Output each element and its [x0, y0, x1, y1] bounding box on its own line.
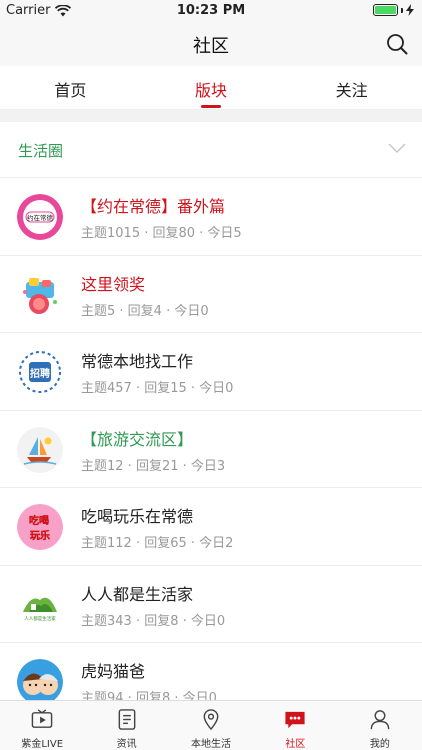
recruitment-icon: 招聘	[17, 349, 63, 395]
status-time: 10:23 PM	[176, 3, 246, 18]
forum-stats: 主题1015 · 回复80 · 今日5	[81, 226, 242, 241]
battery-icon	[373, 4, 398, 16]
gift-icon	[17, 271, 63, 318]
food-fun-icon: 吃喝 玩乐	[17, 504, 63, 550]
forum-stats: 主题12 · 回复21 · 今日3	[81, 458, 226, 474]
list-item[interactable]: 约在常德 【约在常德】番外篇 主题1015 · 回复80 · 今日5	[0, 178, 422, 256]
forum-stats: 主题5 · 回复4 · 今日0	[81, 303, 209, 319]
forum-name: 人人都是生活家	[81, 584, 194, 604]
charging-icon	[406, 4, 414, 16]
forum-stats: 主题112 · 回复65 · 今日2	[81, 536, 234, 551]
forum-name: 吃喝玩乐在常德	[81, 507, 194, 526]
forum-name: 常德本地找工作	[81, 352, 194, 371]
tab-boards[interactable]: 版块	[141, 66, 282, 109]
svg-text:玩乐: 玩乐	[30, 529, 50, 542]
section-divider	[0, 110, 422, 122]
bottom-tab-label: 本地生活	[191, 739, 232, 750]
lifestyle-icon: 人人都是生活家	[17, 581, 63, 628]
bottom-tab-label: 紫金LIVE	[21, 739, 64, 750]
list-item[interactable]: 招聘 常德本地找工作 主题457 · 回复15 · 今日0	[0, 333, 422, 411]
bottom-tab-bar: 紫金LIVE 资讯 本地生活 社区 我的	[0, 700, 422, 750]
segment-tabs: 首页 版块 关注	[0, 66, 422, 110]
forum-name: 这里领奖	[81, 274, 146, 294]
bottom-tab-label: 社区	[285, 739, 306, 750]
svg-text:招聘: 招聘	[30, 367, 50, 380]
list-item[interactable]: 【旅游交流区】 主题12 · 回复21 · 今日3	[0, 411, 422, 488]
tab-following[interactable]: 关注	[281, 66, 422, 109]
bottom-tab-label: 我的	[369, 739, 390, 750]
forum-stats: 主题457 · 回复15 · 今日0	[81, 381, 234, 396]
forum-name: 【约在常德】番外篇	[81, 197, 226, 216]
parents-icon	[17, 659, 63, 700]
search-icon[interactable]	[386, 33, 408, 55]
svg-text:约在常德: 约在常德	[27, 213, 54, 222]
tab-indicator	[201, 105, 221, 108]
bottom-tab-community[interactable]: 社区	[253, 701, 337, 750]
tv-icon	[31, 709, 53, 728]
navigation-bar: 社区	[0, 22, 422, 66]
svg-text:人人都是生活家: 人人都是生活家	[24, 615, 56, 622]
svg-text:吃喝: 吃喝	[29, 514, 49, 527]
sailboat-icon	[17, 426, 63, 473]
list-item[interactable]: 虎妈猫爸 主题94 · 回复8 · 今日0	[0, 643, 422, 700]
bottom-tab-news[interactable]: 资讯	[84, 701, 168, 750]
forum-name: 【旅游交流区】	[81, 429, 194, 449]
forum-name: 虎妈猫爸	[81, 662, 146, 681]
tab-home[interactable]: 首页	[0, 66, 141, 109]
list-item[interactable]: 吃喝 玩乐 吃喝玩乐在常德 主题112 · 回复65 · 今日2	[0, 488, 422, 566]
forum-list: 约在常德 【约在常德】番外篇 主题1015 · 回复80 · 今日5 这里领奖 …	[0, 178, 422, 700]
bottom-tab-live[interactable]: 紫金LIVE	[0, 701, 84, 750]
section-title: 生活圈	[18, 142, 64, 160]
chevron-down-icon[interactable]	[388, 142, 406, 154]
status-bar: Carrier 10:23 PM	[0, 0, 422, 22]
forum-avatar-icon: 约在常德	[17, 194, 63, 240]
news-icon	[118, 709, 135, 730]
forum-stats: 主题94 · 回复8 · 今日0	[81, 691, 217, 700]
page-title: 社区	[193, 36, 229, 57]
list-item[interactable]: 这里领奖 主题5 · 回复4 · 今日0	[0, 256, 422, 333]
section-header[interactable]: 生活圈	[0, 122, 422, 178]
forum-stats: 主题343 · 回复8 · 今日0	[81, 613, 226, 629]
bottom-tab-local[interactable]: 本地生活	[169, 701, 253, 750]
location-icon	[203, 709, 219, 731]
list-item[interactable]: 人人都是生活家 人人都是生活家 主题343 · 回复8 · 今日0	[0, 566, 422, 643]
profile-icon	[370, 710, 390, 730]
community-icon	[285, 711, 306, 729]
bottom-tab-profile[interactable]: 我的	[338, 701, 422, 750]
bottom-tab-label: 资讯	[116, 739, 137, 750]
